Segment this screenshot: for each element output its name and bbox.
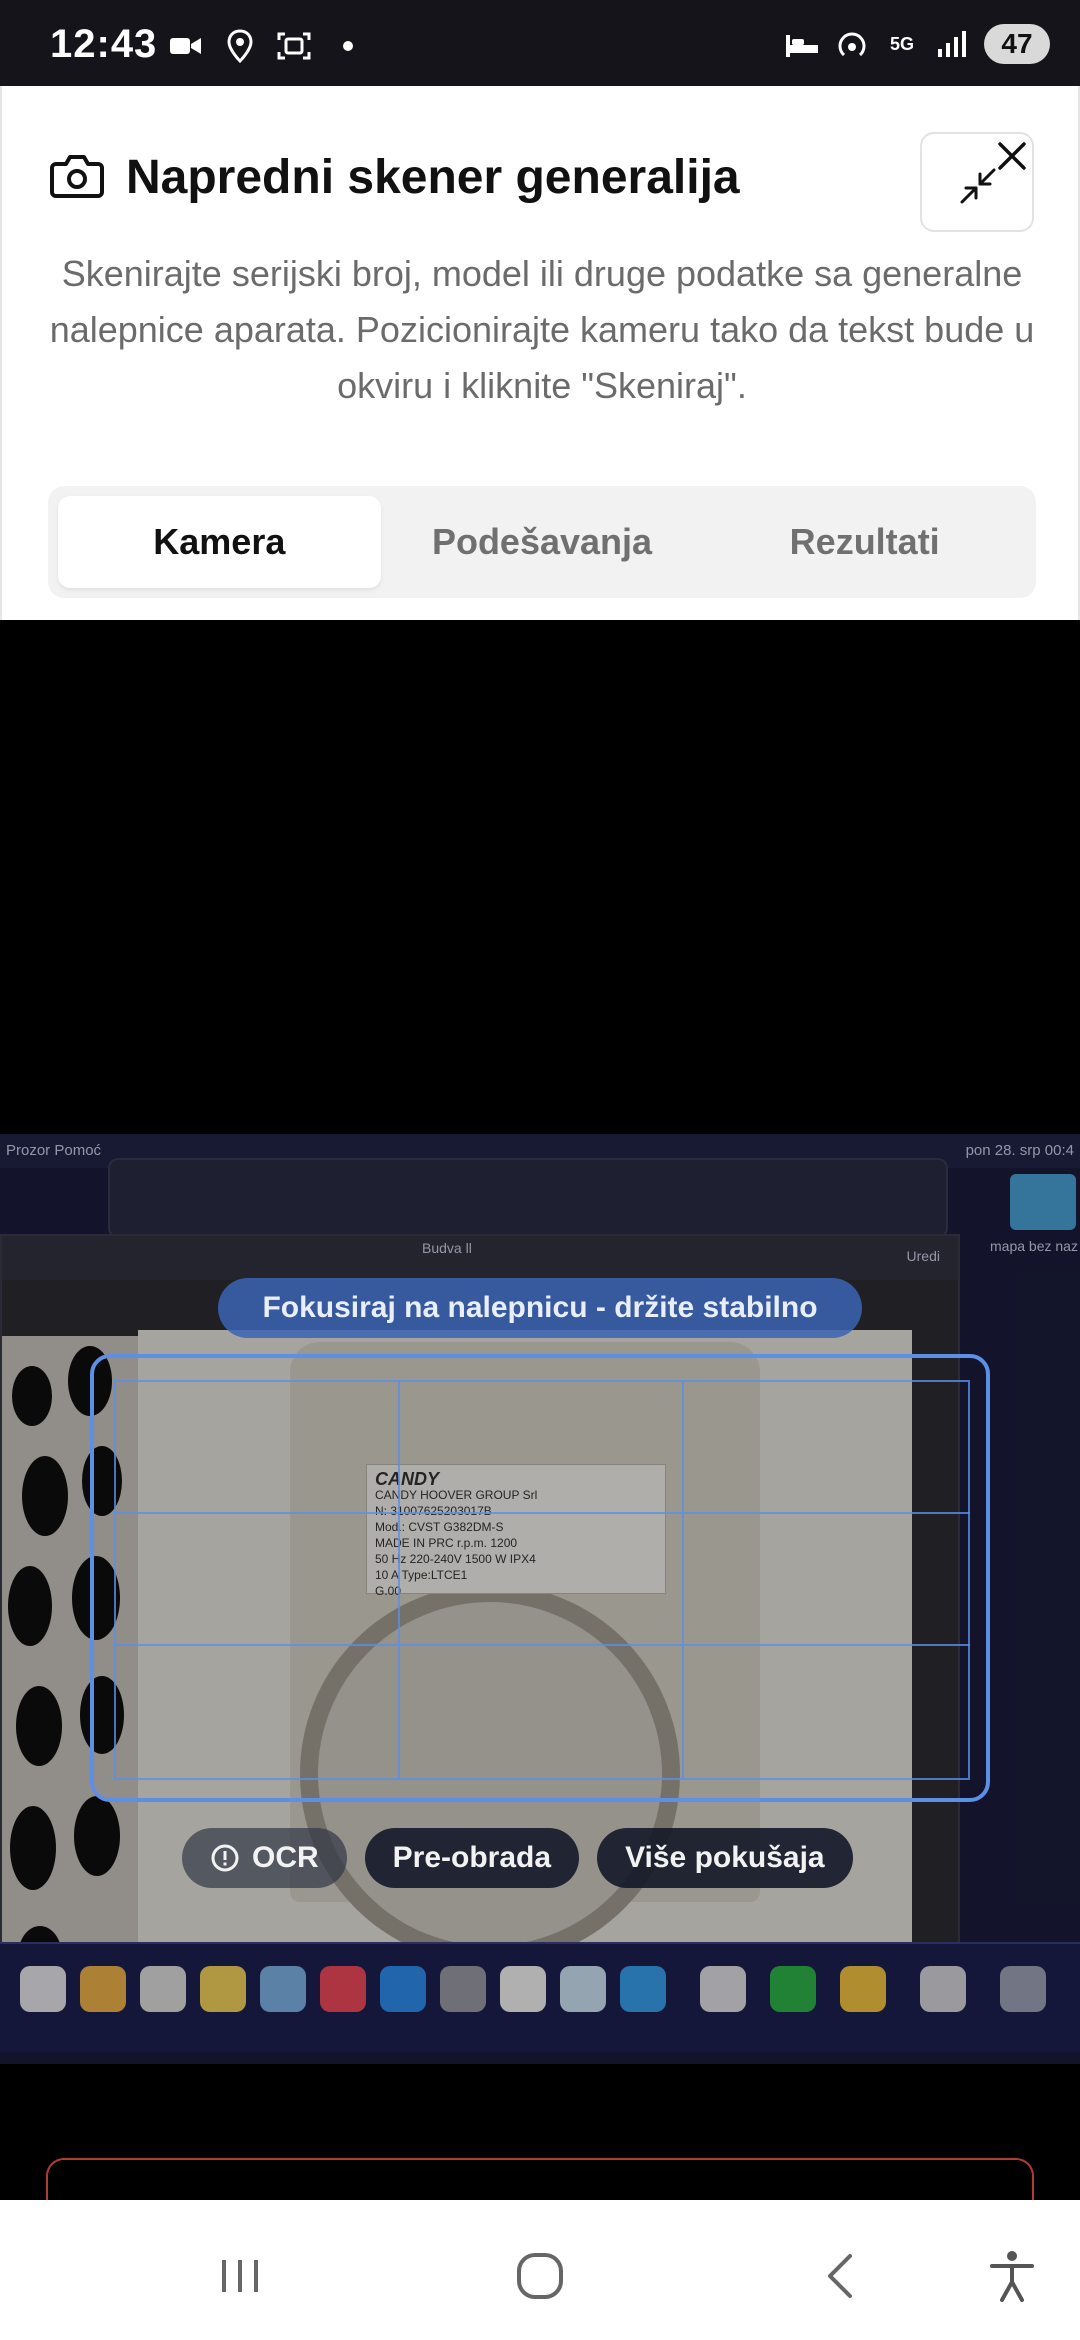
back-icon (828, 2254, 852, 2298)
signal-icon (934, 26, 970, 62)
camera-preview[interactable]: Prozor Pomoć pon 28. srp 00:4 mapa bez n… (0, 620, 1080, 2200)
status-right-icons: 5G 47 (784, 24, 1050, 64)
modal-title: Napredni skener generalija (126, 151, 740, 204)
accessibility-button[interactable] (982, 2246, 1042, 2306)
sleep-mode-icon (784, 26, 820, 62)
tab-podesavanja[interactable]: Podešavanja (381, 496, 704, 588)
home-button[interactable] (510, 2246, 570, 2306)
accessibility-icon (990, 2251, 1034, 2302)
scan-options: OCR Pre-obrada Više pokušaja (182, 1828, 853, 1888)
recent-apps-button[interactable] (210, 2246, 270, 2306)
scan-grid-line (114, 1512, 970, 1514)
status-bar: 12:43 5G 47 (0, 0, 1080, 86)
close-icon (998, 142, 1026, 170)
camera-icon (50, 152, 104, 203)
network-label: 5G (889, 34, 914, 54)
video-call-icon (168, 28, 204, 64)
tab-bar: Kamera Podešavanja Rezultati (48, 486, 1036, 598)
ocr-chip[interactable]: OCR (182, 1828, 347, 1888)
scan-grid (114, 1380, 970, 1780)
scan-grid-line (114, 1644, 970, 1646)
scan-grid-line (682, 1380, 684, 1780)
ocr-label: OCR (252, 1841, 319, 1874)
tab-rezultati[interactable]: Rezultati (703, 496, 1026, 588)
navigation-bar (0, 2200, 1080, 2340)
status-left-icons (168, 28, 366, 64)
back-button[interactable] (812, 2246, 872, 2306)
home-icon (517, 2253, 563, 2299)
scanner-modal: Napredni skener generalija Skenirajte se… (0, 86, 1080, 620)
multiple-attempts-chip[interactable]: Više pokušaja (597, 1828, 853, 1888)
preprocess-chip[interactable]: Pre-obrada (364, 1828, 580, 1888)
close-button[interactable] (994, 138, 1030, 174)
alert-circle-icon (211, 1844, 239, 1872)
tab-kamera[interactable]: Kamera (58, 496, 381, 588)
status-time: 12:43 (50, 22, 158, 66)
dot-icon (330, 28, 366, 64)
battery-indicator: 47 (984, 24, 1050, 64)
5g-icon: 5G (884, 26, 920, 62)
modal-subtitle: Skenirajte serijski broj, model ili drug… (49, 253, 1035, 406)
location-icon (222, 28, 258, 64)
hotspot-icon (834, 26, 870, 62)
focus-hint: Fokusiraj na nalepnicu - držite stabilno (218, 1278, 862, 1338)
screenshot-icon (276, 28, 312, 64)
title-row: Napredni skener generalija (50, 150, 740, 205)
recent-apps-icon (222, 2260, 258, 2292)
scan-frame (90, 1354, 990, 1802)
scan-grid-line (398, 1380, 400, 1780)
error-card-edge (46, 2158, 1034, 2200)
